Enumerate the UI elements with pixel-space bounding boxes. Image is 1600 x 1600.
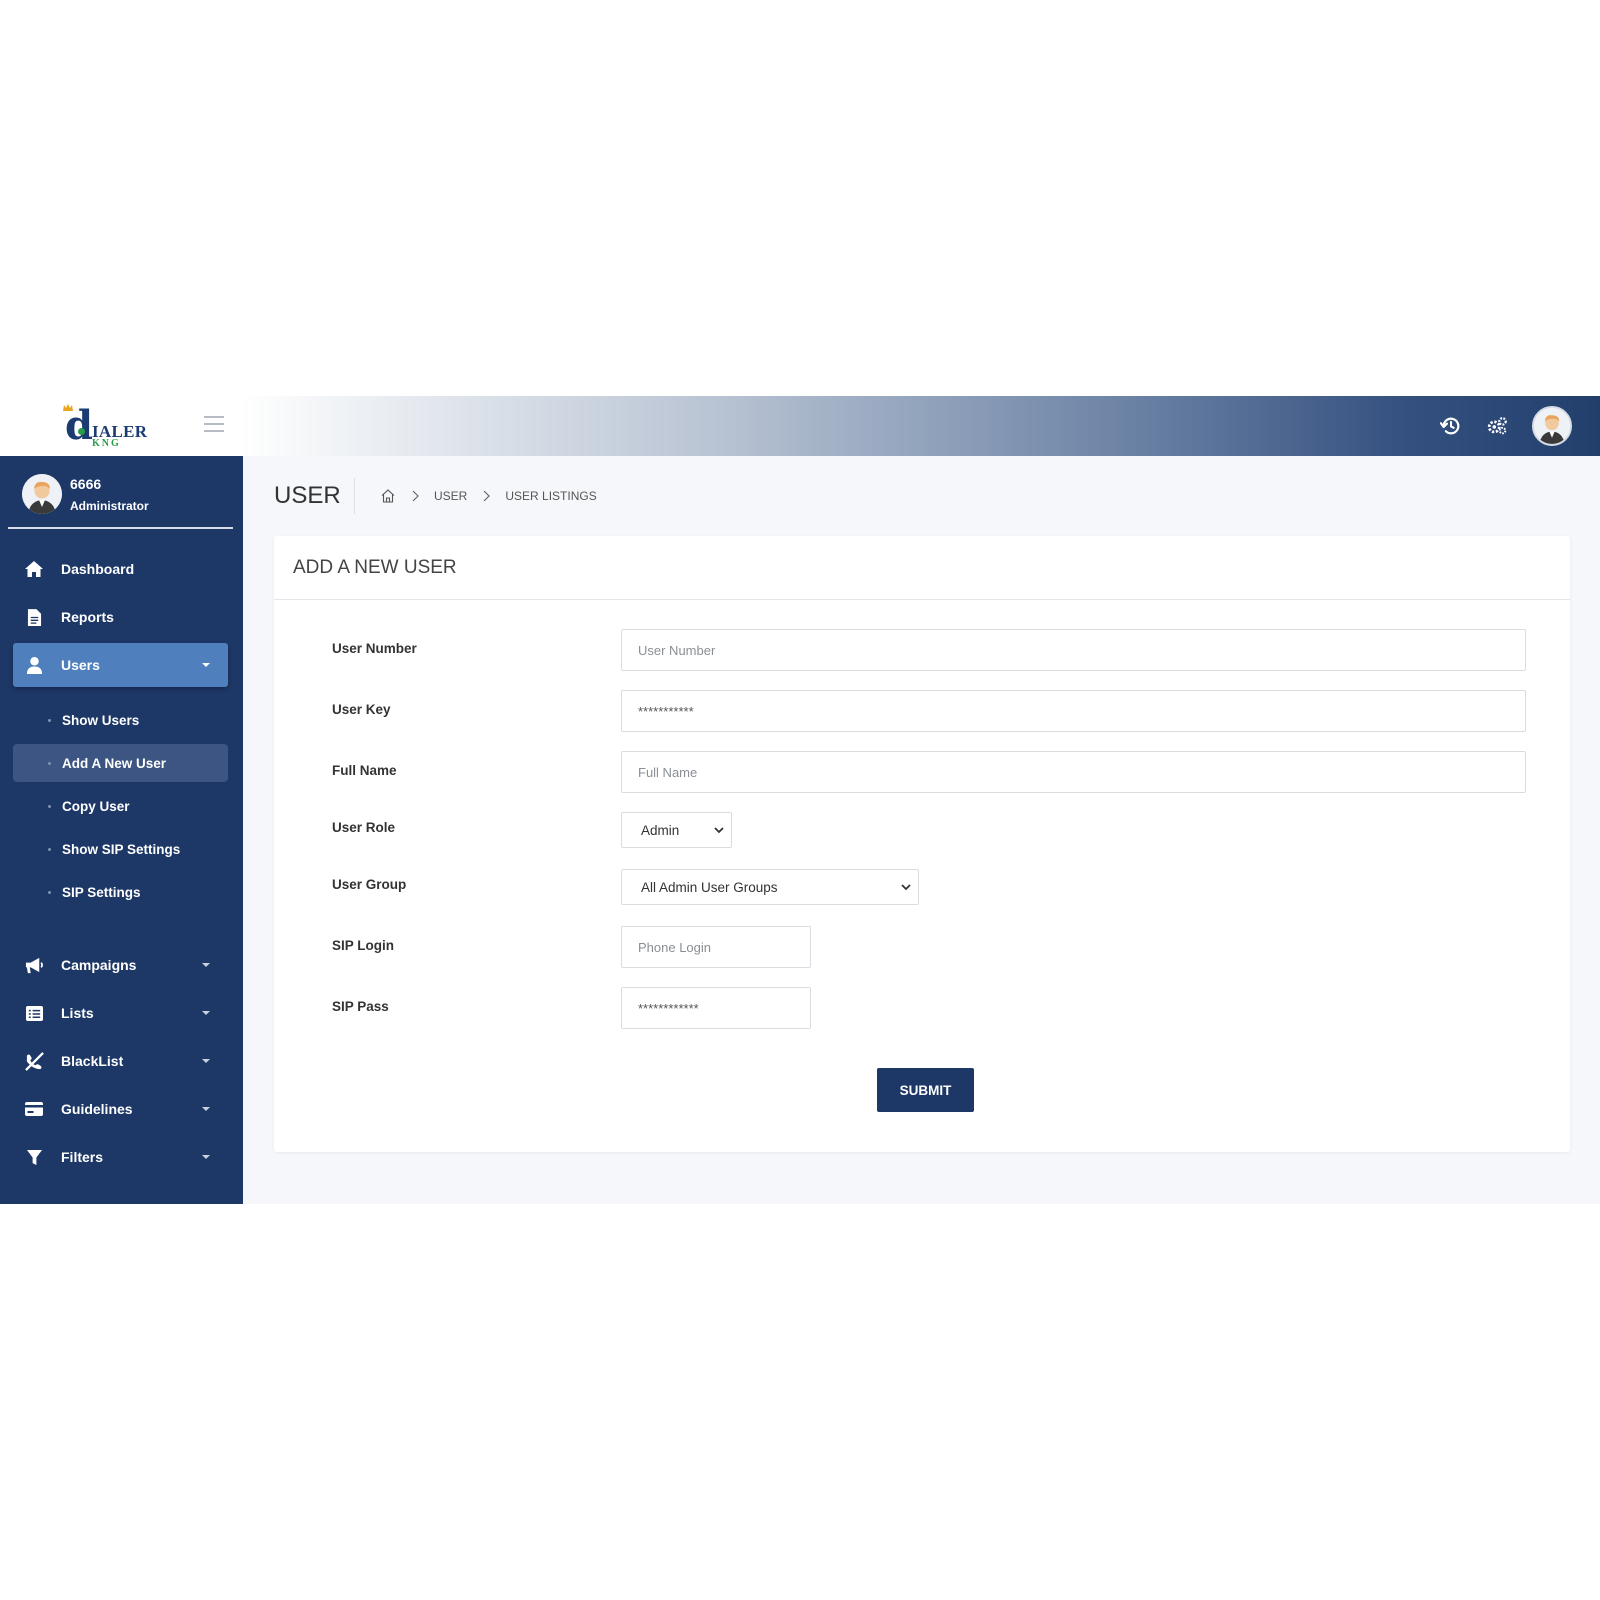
phone-slash-icon bbox=[23, 1051, 45, 1071]
list-icon bbox=[23, 1003, 45, 1023]
sidebar-item-label: Filters bbox=[61, 1149, 104, 1165]
user-key-input[interactable] bbox=[621, 690, 1526, 732]
form-row-user-group: User Group All Admin User Groups bbox=[274, 869, 1570, 911]
field-label: User Number bbox=[332, 641, 417, 656]
sidebar-subitem-show-sip-settings[interactable]: Show SIP Settings bbox=[13, 830, 228, 868]
sidebar-item-label: BlackList bbox=[61, 1053, 124, 1069]
main-content: USER USER USER LISTINGS ADD A NEW USER U… bbox=[243, 456, 1600, 1204]
chevron-down-icon bbox=[202, 663, 210, 667]
sip-pass-input[interactable] bbox=[621, 987, 811, 1029]
profile-avatar bbox=[22, 474, 62, 514]
chevron-down-icon bbox=[202, 1155, 210, 1159]
breadcrumb-user-link[interactable]: USER bbox=[434, 489, 467, 503]
megaphone-icon bbox=[23, 955, 45, 975]
sidebar-subitem-copy-user[interactable]: Copy User bbox=[13, 787, 228, 825]
profile-name: 6666 bbox=[70, 476, 102, 492]
form-row-user-number: User Number bbox=[274, 629, 1570, 671]
sidebar-item-dashboard[interactable]: Dashboard bbox=[13, 547, 228, 591]
card-title: ADD A NEW USER bbox=[274, 536, 1570, 600]
submit-button[interactable]: SUBMIT bbox=[877, 1068, 974, 1112]
sidebar-item-campaigns[interactable]: Campaigns bbox=[13, 943, 228, 987]
field-label: Full Name bbox=[332, 763, 397, 778]
subitem-label: Show Users bbox=[62, 712, 140, 728]
chevron-down-icon bbox=[202, 963, 210, 967]
logo-subtext: KNG bbox=[92, 438, 121, 449]
user-avatar[interactable] bbox=[1532, 406, 1572, 446]
breadcrumb-user-listings-link[interactable]: USER LISTINGS bbox=[505, 489, 596, 503]
app-window: d IALER KNG 6666 Administrator Dashboard… bbox=[0, 396, 1600, 1204]
user-role-select[interactable]: Admin bbox=[621, 812, 732, 848]
form-row-full-name: Full Name bbox=[274, 751, 1570, 793]
full-name-input[interactable] bbox=[621, 751, 1526, 793]
card-icon bbox=[23, 1099, 45, 1119]
chevron-down-icon bbox=[202, 1107, 210, 1111]
gears-icon[interactable] bbox=[1486, 415, 1508, 437]
add-user-card: ADD A NEW USER User Number User Key Full… bbox=[274, 536, 1570, 1152]
subitem-label: SIP Settings bbox=[62, 884, 141, 900]
user-icon bbox=[23, 655, 45, 675]
field-label: User Group bbox=[332, 877, 407, 892]
sidebar-item-label: Guidelines bbox=[61, 1101, 133, 1117]
home-icon[interactable] bbox=[380, 488, 396, 504]
dialer-king-logo[interactable]: d IALER KNG bbox=[62, 404, 152, 450]
field-label: User Role bbox=[332, 820, 396, 835]
sidebar-profile[interactable]: 6666 Administrator bbox=[8, 456, 233, 529]
sidebar-item-users[interactable]: Users bbox=[13, 643, 228, 687]
chevron-down-icon bbox=[202, 1011, 210, 1015]
document-icon bbox=[23, 607, 45, 627]
avatar-image bbox=[22, 474, 62, 514]
title-divider bbox=[354, 478, 355, 514]
page-title: USER bbox=[274, 482, 341, 509]
sidebar-subitem-show-users[interactable]: Show Users bbox=[13, 701, 228, 739]
sidebar-item-label: Reports bbox=[61, 609, 114, 625]
avatar-image bbox=[1534, 408, 1570, 444]
field-label: SIP Login bbox=[332, 938, 395, 953]
sidebar: 6666 Administrator Dashboard Reports Use… bbox=[0, 456, 243, 1204]
form-row-user-role: User Role Admin bbox=[274, 812, 1570, 854]
logo-area: d IALER KNG bbox=[0, 396, 243, 456]
select-value: Admin bbox=[641, 822, 680, 838]
sidebar-item-label: Dashboard bbox=[61, 561, 135, 577]
subitem-label: Copy User bbox=[62, 798, 130, 814]
subitem-label: Add A New User bbox=[62, 755, 167, 771]
sidebar-item-guidelines[interactable]: Guidelines bbox=[13, 1087, 228, 1131]
field-label: SIP Pass bbox=[332, 999, 389, 1014]
sidebar-item-label: Lists bbox=[61, 1005, 94, 1021]
field-label: User Key bbox=[332, 702, 391, 717]
sidebar-item-filters[interactable]: Filters bbox=[13, 1135, 228, 1179]
sidebar-item-reports[interactable]: Reports bbox=[13, 595, 228, 639]
header-actions bbox=[1440, 406, 1600, 446]
sidebar-item-label: Users bbox=[61, 657, 100, 673]
sidebar-item-lists[interactable]: Lists bbox=[13, 991, 228, 1035]
history-icon[interactable] bbox=[1440, 415, 1462, 437]
profile-role: Administrator bbox=[70, 499, 149, 513]
chevron-down-icon bbox=[714, 827, 724, 834]
subitem-label: Show SIP Settings bbox=[62, 841, 181, 857]
user-group-select[interactable]: All Admin User Groups bbox=[621, 869, 919, 905]
user-number-input[interactable] bbox=[621, 629, 1526, 671]
top-header: d IALER KNG bbox=[0, 396, 1600, 456]
sip-login-input[interactable] bbox=[621, 926, 811, 968]
sidebar-item-label: Campaigns bbox=[61, 957, 137, 973]
chevron-down-icon bbox=[202, 1059, 210, 1063]
home-icon bbox=[23, 559, 45, 579]
chevron-down-icon bbox=[901, 884, 911, 891]
menu-toggle-icon[interactable] bbox=[204, 416, 224, 432]
chevron-right-icon bbox=[412, 490, 419, 502]
select-value: All Admin User Groups bbox=[641, 879, 778, 895]
form-row-sip-pass: SIP Pass bbox=[274, 987, 1570, 1029]
breadcrumb: USER USER LISTINGS bbox=[380, 488, 597, 504]
sidebar-subitem-add-new-user[interactable]: Add A New User bbox=[13, 744, 228, 782]
sidebar-item-blacklist[interactable]: BlackList bbox=[13, 1039, 228, 1083]
filter-icon bbox=[23, 1147, 45, 1167]
chevron-right-icon bbox=[483, 490, 491, 502]
form-row-sip-login: SIP Login bbox=[274, 926, 1570, 968]
sidebar-subitem-sip-settings[interactable]: SIP Settings bbox=[13, 873, 228, 911]
form-row-user-key: User Key bbox=[274, 690, 1570, 732]
